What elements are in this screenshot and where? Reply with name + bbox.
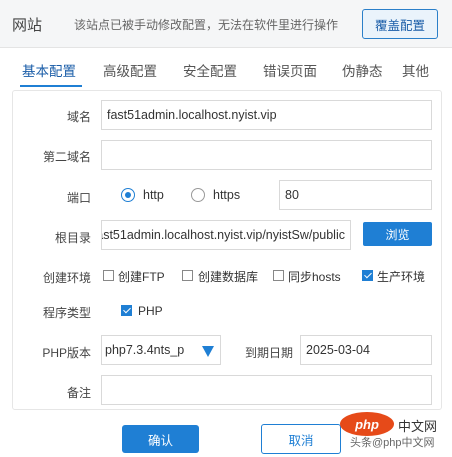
dialog-title: 网站 <box>12 17 43 34</box>
checkbox-production[interactable] <box>362 270 373 281</box>
second-domain-input[interactable] <box>101 140 432 170</box>
expire-date-input[interactable]: 2025-03-04 <box>300 335 432 365</box>
radio-https-label: https <box>213 188 241 202</box>
checkbox-sync-hosts[interactable] <box>273 270 284 281</box>
readonly-notice: 该站点已被手动修改配置，无法在软件里进行操作 <box>74 18 339 32</box>
remark-label: 备注 <box>66 386 91 400</box>
php-version-label: PHP版本 <box>42 346 91 360</box>
port-input[interactable]: 80 <box>279 180 432 210</box>
override-config-button[interactable]: 覆盖配置 <box>362 9 438 39</box>
port-label: 端口 <box>66 191 91 205</box>
production-label: 生产环境 <box>377 270 426 284</box>
tab-bar: 基本配置 高级配置 安全配置 错误页面 伪静态 其他 <box>0 54 452 88</box>
root-dir-value: W/fast51admin.localhost.nyist.vip/nyistS… <box>101 228 345 242</box>
watermark: php 中文网 头条@php中文网 <box>340 412 452 452</box>
checkbox-create-ftp[interactable] <box>103 270 114 281</box>
watermark-cn-text: 中文网 <box>398 419 438 434</box>
program-type-label: 程序类型 <box>42 306 91 320</box>
env-label: 创建环境 <box>42 271 91 285</box>
php-label: PHP <box>138 304 163 318</box>
dialog-header: 网站 该站点已被手动修改配置，无法在软件里进行操作 覆盖配置 <box>0 0 452 48</box>
second-domain-label: 第二域名 <box>42 150 91 164</box>
cancel-button[interactable]: 取消 <box>261 424 341 454</box>
checkbox-php[interactable] <box>121 305 132 316</box>
sync-hosts-label: 同步hosts <box>288 270 341 284</box>
radio-http[interactable] <box>121 188 135 202</box>
expire-date-label: 到期日期 <box>244 346 293 360</box>
radio-http-label: http <box>143 188 164 202</box>
tab-basic-config[interactable]: 基本配置 <box>22 60 76 80</box>
create-database-label: 创建数据库 <box>198 270 259 284</box>
tab-rewrite[interactable]: 伪静态 <box>342 60 383 80</box>
tab-advanced-config[interactable]: 高级配置 <box>103 60 157 80</box>
active-tab-indicator <box>20 85 82 87</box>
checkbox-create-database[interactable] <box>182 270 193 281</box>
watermark-sub-text: 头条@php中文网 <box>350 437 435 449</box>
browse-button[interactable]: 浏览 <box>363 222 432 246</box>
radio-https[interactable] <box>191 188 205 202</box>
domain-input[interactable]: fast51admin.localhost.nyist.vip <box>101 100 432 130</box>
domain-label: 域名 <box>66 110 91 124</box>
tab-security-config[interactable]: 安全配置 <box>183 60 237 80</box>
php-version-select[interactable]: php7.3.4nts_p <box>101 335 221 365</box>
create-ftp-label: 创建FTP <box>118 270 165 284</box>
confirm-button[interactable]: 确认 <box>122 425 199 453</box>
root-dir-input[interactable]: W/fast51admin.localhost.nyist.vip/nyistS… <box>101 220 351 250</box>
tab-other[interactable]: 其他 <box>402 60 429 80</box>
php-logo-icon: php <box>340 412 394 436</box>
tab-error-pages[interactable]: 错误页面 <box>263 60 317 80</box>
remark-input[interactable] <box>101 375 432 405</box>
root-dir-label: 根目录 <box>54 231 91 245</box>
php-version-value: php7.3.4nts_p <box>105 343 185 357</box>
